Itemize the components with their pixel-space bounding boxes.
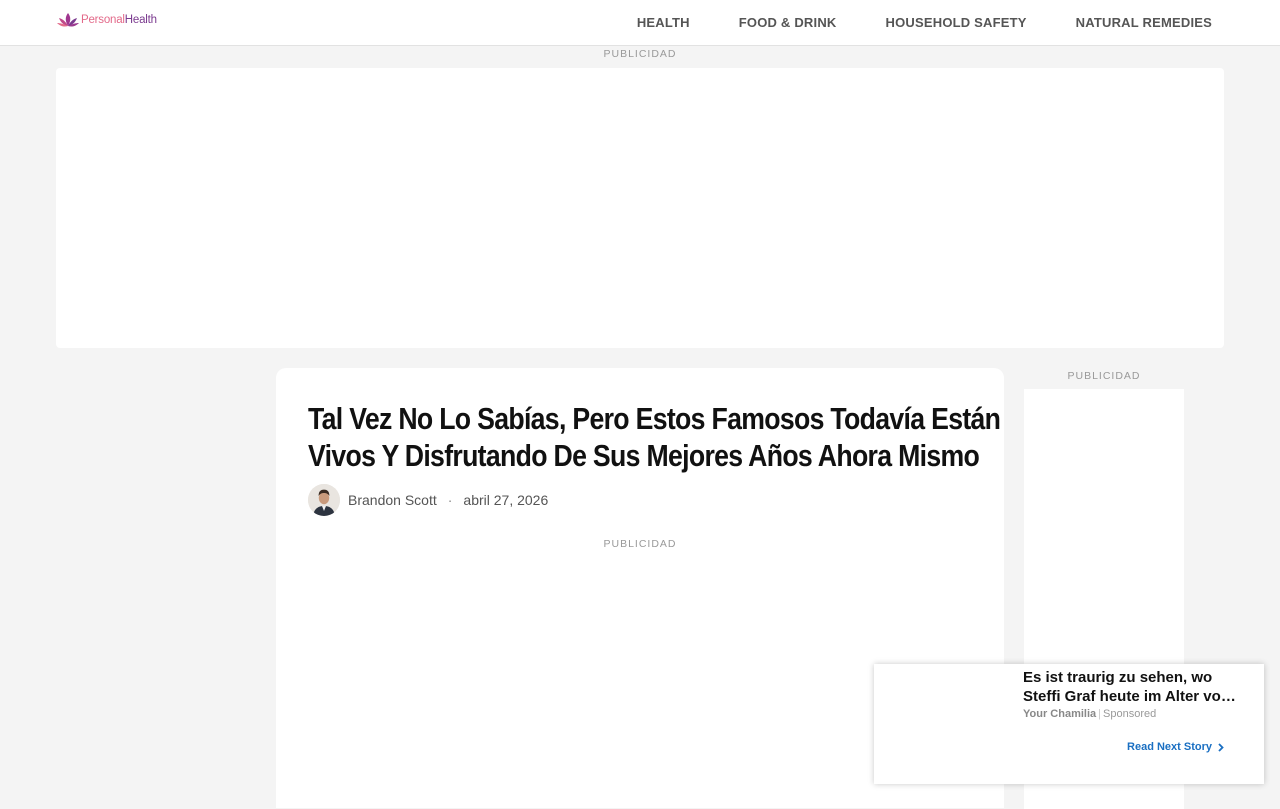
meta-separator: · <box>447 492 453 508</box>
article-title-line2: Vivos Y Disfrutando De Sus Mejores Años … <box>308 438 980 473</box>
widget-source: Your Chamilia | Sponsored <box>1023 708 1156 720</box>
article-meta: Brandon Scott · abril 27, 2026 <box>308 484 548 516</box>
site-logo[interactable]: PersonalHealth <box>57 10 157 30</box>
article-title-line1: Tal Vez No Lo Sabías, Pero Estos Famosos… <box>308 401 1001 436</box>
widget-source-divider: | <box>1098 708 1102 720</box>
ad-slot-top[interactable] <box>56 68 1224 348</box>
sponsored-label: Sponsored <box>1103 708 1157 720</box>
lotus-logo-icon <box>57 13 79 27</box>
nav-natural-remedies[interactable]: NATURAL REMEDIES <box>1076 15 1212 30</box>
author-avatar[interactable] <box>308 484 340 516</box>
chevron-right-icon <box>1218 742 1224 752</box>
ad-label-top: PUBLICIDAD <box>603 48 677 60</box>
read-next-widget[interactable]: Es ist traurig zu sehen, wo Steffi Graf … <box>874 664 1264 784</box>
site-header: PersonalHealth HEALTH FOOD & DRINK HOUSE… <box>0 0 1280 46</box>
read-next-label: Read Next Story <box>1127 741 1212 753</box>
publish-date: abril 27, 2026 <box>463 492 549 508</box>
main-nav: HEALTH FOOD & DRINK HOUSEHOLD SAFETY NAT… <box>637 0 1212 45</box>
widget-source-name: Your Chamilia <box>1023 708 1097 720</box>
nav-health[interactable]: HEALTH <box>637 15 690 30</box>
author-avatar-image <box>308 484 340 516</box>
nav-food-drink[interactable]: FOOD & DRINK <box>739 15 837 30</box>
widget-thumbnail[interactable] <box>874 664 1014 784</box>
article-title: Tal Vez No Lo Sabías, Pero Estos Famosos… <box>308 400 1001 474</box>
logo-text: PersonalHealth <box>81 14 157 26</box>
author-name[interactable]: Brandon Scott <box>348 492 437 508</box>
ad-label-sidebar: PUBLICIDAD <box>1067 370 1141 382</box>
ad-label-inline: PUBLICIDAD <box>603 538 677 550</box>
widget-headline[interactable]: Es ist traurig zu sehen, wo Steffi Graf … <box>1023 668 1248 706</box>
nav-household-safety[interactable]: HOUSEHOLD SAFETY <box>886 15 1027 30</box>
read-next-link[interactable]: Read Next Story <box>1127 741 1224 753</box>
